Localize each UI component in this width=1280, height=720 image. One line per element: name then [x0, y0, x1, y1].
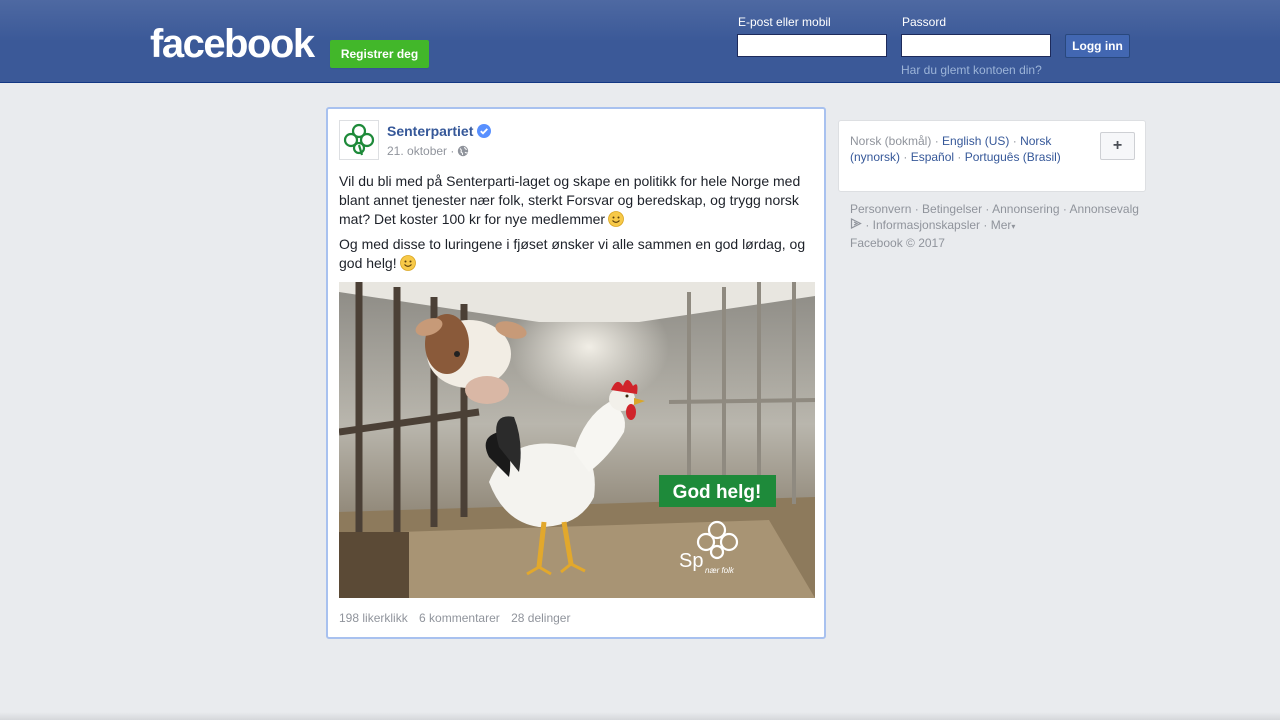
likes-count-link[interactable]: 198 likerklikk [339, 611, 408, 625]
copyright: Facebook © 2017 [850, 236, 945, 250]
verified-badge-icon [477, 124, 491, 138]
email-field[interactable] [737, 34, 887, 57]
comments-count-link[interactable]: 6 kommentarer [419, 611, 500, 625]
post-text: Vil du bli med på Senterparti-laget og s… [339, 172, 815, 279]
post-paragraph: Vil du bli med på Senterparti-laget og s… [339, 173, 801, 227]
smile-emoji-icon [608, 211, 625, 227]
clover-logo-icon [343, 123, 375, 156]
post-card: Senterpartiet 21. oktober · Vil du bli m… [326, 107, 826, 639]
top-bar: facebook Registrer deg E-post eller mobi… [0, 0, 1280, 83]
email-label: E-post eller mobil [738, 15, 831, 29]
more-languages-button[interactable]: + [1100, 132, 1135, 160]
bottom-shade [0, 712, 1280, 720]
post-stats: 198 likerklikk 6 kommentarer 28 delinger [339, 611, 578, 625]
post-date[interactable]: 21. oktober · [387, 144, 454, 158]
language-current: Norsk (bokmål) [850, 134, 932, 148]
post-paragraph: Og med disse to luringene i fjøset ønske… [339, 236, 806, 271]
footer-link-terms[interactable]: Betingelser [922, 202, 982, 216]
image-banner-text: God helg! [673, 482, 762, 503]
ad-choices-icon [850, 218, 862, 229]
footer-link-ad-choices[interactable]: Annonsevalg [1070, 202, 1139, 216]
page-name-link[interactable]: Senterpartiet [387, 123, 473, 139]
language-link-espanol[interactable]: Español [911, 150, 954, 164]
register-button[interactable]: Registrer deg [330, 40, 429, 68]
password-field[interactable] [901, 34, 1051, 57]
smile-emoji-icon [399, 255, 416, 271]
image-logo-subtext: nær folk [705, 566, 735, 575]
footer-link-cookies[interactable]: Informasjonskapsler [873, 218, 980, 232]
shares-count-link[interactable]: 28 delinger [511, 611, 570, 625]
language-selector: Norsk (bokmål) · English (US) · Norsk (n… [838, 120, 1146, 192]
footer-link-privacy[interactable]: Personvern [850, 202, 911, 216]
globe-icon [457, 145, 469, 157]
language-link-portugues[interactable]: Português (Brasil) [965, 150, 1061, 164]
language-link-english[interactable]: English (US) [942, 134, 1009, 148]
footer-link-advertising[interactable]: Annonsering [992, 202, 1059, 216]
image-logo-text: Sp [679, 550, 703, 572]
language-list: Norsk (bokmål) · English (US) · Norsk (n… [850, 134, 1061, 164]
post-photo[interactable]: God helg! Sp nær folk [339, 282, 815, 598]
caret-down-icon: ▾ [1011, 222, 1016, 231]
forgot-account-link[interactable]: Har du glemt kontoen din? [901, 63, 1042, 77]
footer-link-more[interactable]: Mer▾ [991, 218, 1016, 232]
facebook-logo[interactable]: facebook [150, 24, 315, 64]
password-label: Passord [902, 15, 947, 29]
barn-rooster-cow-image: God helg! Sp nær folk [339, 282, 815, 598]
login-button[interactable]: Logg inn [1065, 34, 1130, 58]
footer-links: Personvern · Betingelser · Annonsering ·… [850, 202, 1139, 250]
page-avatar[interactable] [339, 120, 379, 160]
